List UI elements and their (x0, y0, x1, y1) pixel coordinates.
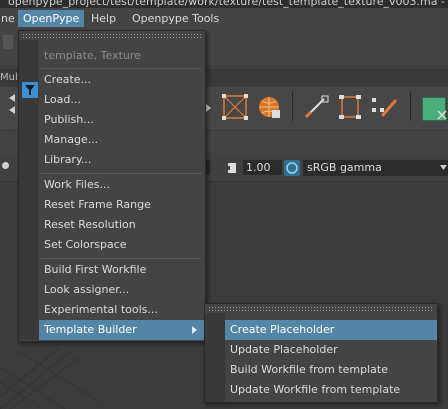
gamma-icon (226, 163, 236, 173)
bounding-box-icon[interactable] (337, 94, 363, 120)
menu-context-header: template, Texture (44, 49, 141, 62)
chevron-down-icon[interactable] (440, 165, 448, 171)
menu-item-update-placeholder[interactable]: Update Placeholder (225, 340, 437, 360)
menu-item-load[interactable]: Load... (39, 90, 205, 110)
menu-tearoff-handle[interactable] (22, 33, 202, 38)
template-builder-submenu: Create Placeholder Update Placeholder Bu… (204, 303, 438, 403)
submenu-arrow-icon (192, 326, 197, 334)
menubar-item-help[interactable]: Help (86, 10, 121, 27)
color-management-icon[interactable] (284, 160, 300, 176)
menu-bar: ne OpenPype Help Openpype Tools (0, 8, 448, 29)
menu-item-reset-resolution[interactable]: Reset Resolution (39, 215, 205, 235)
gamma-field[interactable]: 1.00 (243, 160, 282, 175)
toolbar-icon[interactable] (3, 35, 13, 49)
menu-item-create[interactable]: Create... (39, 70, 205, 90)
menu-item-update-workfile-from-template[interactable]: Update Workfile from template (225, 380, 437, 400)
menu-separator (41, 68, 201, 69)
shelf-separator (292, 91, 293, 121)
menu-item-set-colorspace[interactable]: Set Colorspace (39, 235, 205, 255)
menu-item-create-placeholder[interactable]: Create Placeholder (225, 320, 437, 340)
paint-tool-icon[interactable] (370, 94, 400, 120)
menu-item-manage[interactable]: Manage... (39, 130, 205, 150)
menubar-item-openpype[interactable]: OpenPype (18, 10, 85, 27)
openpype-menu: template, Texture Create... Load... Publ… (18, 30, 206, 342)
menu-item-experimental-tools[interactable]: Experimental tools... (39, 300, 205, 320)
menu-item-template-builder[interactable]: Template Builder (39, 320, 205, 340)
publish-option-box-icon[interactable] (22, 82, 38, 98)
menu-separator (41, 258, 201, 259)
menubar-item-openpype-tools[interactable]: Openpype Tools (127, 10, 224, 27)
menu-item-publish[interactable]: Publish... (39, 110, 205, 130)
menu-icon-gutter (205, 313, 225, 402)
colorspace-dropdown[interactable]: sRGB gamma (303, 160, 448, 176)
menu-tearoff-handle[interactable] (208, 306, 434, 311)
menu-item-build-first-workfile[interactable]: Build First Workfile (39, 260, 205, 280)
menubar-item-partial[interactable]: ne (0, 10, 20, 27)
arrow-left-icon[interactable] (8, 92, 16, 116)
menu-item-work-files[interactable]: Work Files... (39, 175, 205, 195)
menu-item-library[interactable]: Library... (39, 150, 205, 170)
window-title: openpype_project/test/template/work/text… (8, 0, 448, 8)
toggle-dot-icon[interactable] (2, 162, 9, 169)
shelf-separator (410, 91, 411, 121)
frame-select-icon[interactable] (222, 94, 248, 120)
curve-tool-icon[interactable] (302, 93, 330, 121)
close-icon[interactable] (436, 109, 448, 121)
menu-item-look-assigner[interactable]: Look assigner... (39, 280, 205, 300)
globe-icon[interactable] (256, 94, 282, 120)
window-title-bar: openpype_project/test/template/work/text… (0, 0, 448, 8)
menu-item-build-workfile-from-template[interactable]: Build Workfile from template (225, 360, 437, 380)
menu-item-reset-frame-range[interactable]: Reset Frame Range (39, 195, 205, 215)
menu-item-template-builder-label: Template Builder (44, 323, 137, 336)
menu-separator (41, 173, 201, 174)
